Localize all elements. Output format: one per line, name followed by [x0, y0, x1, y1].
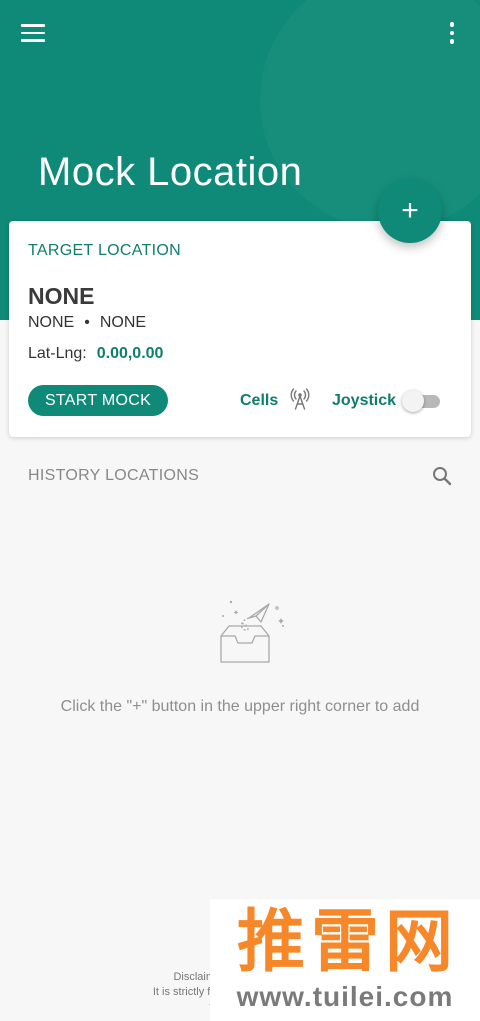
latlng-value: 0.00,0.00	[96, 345, 164, 362]
latlng-label: Lat-Lng:	[28, 345, 87, 362]
switch-thumb	[402, 390, 425, 412]
start-mock-button[interactable]: START MOCK	[28, 385, 168, 416]
target-location-label: TARGET LOCATION	[28, 242, 181, 259]
page-title: Mock Location	[38, 150, 303, 194]
empty-inbox-icon	[211, 596, 291, 666]
latlng-row: Lat-Lng: 0.00,0.00	[28, 345, 163, 363]
location-sub-left: NONE	[28, 314, 75, 331]
location-sub-right: NONE	[99, 314, 147, 331]
watermark-logo: 推雷网	[236, 903, 459, 982]
joystick-label: Joystick	[332, 392, 397, 409]
more-vert-icon[interactable]	[440, 18, 464, 48]
add-icon: +	[401, 194, 419, 227]
cells-button[interactable]: Cells	[240, 387, 310, 415]
watermark-url: www.tuilei.com	[236, 981, 454, 1012]
target-location-card: TARGET LOCATION NONE NONE • NONE Lat-Lng…	[9, 221, 471, 437]
location-subtitle: NONE • NONE	[28, 314, 146, 332]
joystick-toggle[interactable]: Joystick	[332, 388, 442, 414]
add-location-button[interactable]: +	[378, 179, 442, 243]
cells-label: Cells	[240, 392, 279, 409]
history-locations-title: HISTORY LOCATIONS	[28, 467, 200, 484]
location-sub-separator: •	[84, 314, 90, 331]
menu-icon[interactable]	[16, 18, 50, 48]
joystick-switch[interactable]	[402, 390, 442, 412]
search-icon[interactable]	[431, 465, 453, 487]
location-name: NONE	[28, 283, 95, 309]
watermark: 推雷网 www.tuilei.com	[210, 899, 480, 1021]
empty-history-message: Click the "+" button in the upper right …	[60, 698, 420, 715]
antenna-icon	[290, 387, 310, 415]
